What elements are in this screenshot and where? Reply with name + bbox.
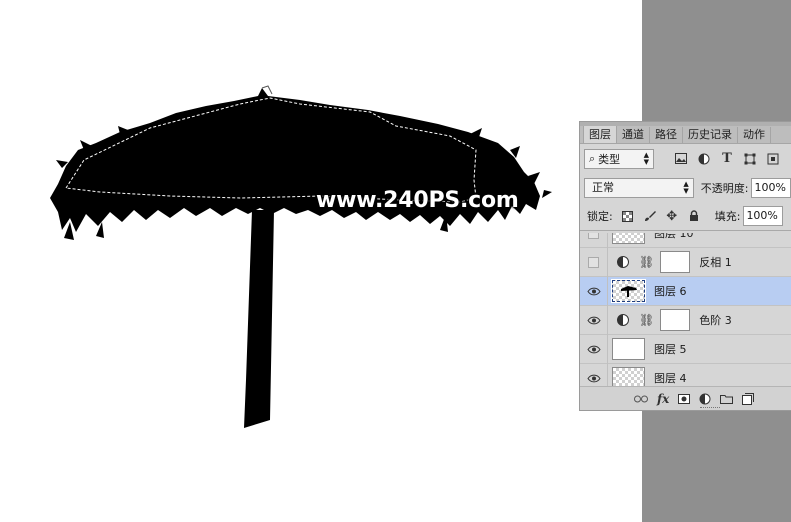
resize-grip[interactable] (700, 407, 720, 410)
layer-name: 色阶 3 (699, 314, 732, 327)
image-filter-icon[interactable] (674, 152, 688, 166)
search-icon: ⌕ (589, 151, 596, 165)
visibility-toggle[interactable] (580, 334, 608, 364)
layer-mask-thumbnail[interactable] (660, 251, 691, 273)
add-mask-icon[interactable] (678, 393, 691, 404)
select-arrows-icon: ▲ ▼ (643, 150, 649, 166)
filter-type-select[interactable]: ⌕ 类型 ▲ ▼ (584, 148, 654, 169)
eye-icon (586, 316, 601, 324)
lock-all-icon[interactable] (687, 209, 701, 223)
layer-row-invert-1[interactable]: ⛓ 反相 1 (580, 247, 791, 277)
layer-thumbnail (612, 367, 645, 387)
fill-field[interactable]: 100% (743, 206, 784, 226)
lock-pixels-brush-icon[interactable] (643, 209, 657, 223)
layer-list: 图层 10 ⛓ 反相 1 图层 6 ⛓ 色阶 3 图层 5 图层 4 (580, 233, 791, 387)
visibility-toggle[interactable] (580, 363, 608, 387)
layer-name: 图层 4 (654, 372, 687, 385)
layer-row-10[interactable]: 图层 10 (580, 233, 791, 248)
new-layer-icon[interactable] (742, 392, 755, 405)
umbrella-pole (244, 210, 274, 428)
layers-panel: 图层 通道 路径 历史记录 动作 ⌕ 类型 ▲ ▼ T 正常 ▲ ▼ 不透明度:… (579, 121, 791, 411)
fill-label: 填充: (714, 210, 741, 223)
smart-object-filter-icon[interactable] (766, 152, 780, 166)
layer-thumbnail (612, 338, 645, 360)
eye-icon (586, 287, 601, 295)
chain-link-icon[interactable]: ⛓ (639, 255, 654, 269)
chain-link-icon[interactable]: ⛓ (639, 313, 654, 327)
eye-icon (586, 345, 601, 353)
blend-mode-select[interactable]: 正常 ▲ ▼ (584, 177, 694, 198)
tab-channels[interactable]: 通道 (617, 127, 650, 143)
blend-row: 正常 ▲ ▼ 不透明度: 100% (580, 173, 791, 202)
layer-row-5[interactable]: 图层 5 (580, 334, 791, 364)
umbrella-thumb-icon (621, 286, 637, 297)
layer-thumbnail (612, 233, 645, 244)
filter-row: ⌕ 类型 ▲ ▼ T (580, 144, 791, 173)
blend-mode-value: 正常 (592, 180, 614, 194)
layer-row-4[interactable]: 图层 4 (580, 363, 791, 387)
layer-mask-thumbnail[interactable] (660, 309, 691, 331)
layer-name: 图层 6 (654, 285, 687, 298)
fx-icon[interactable]: fx (657, 392, 669, 406)
layer-name: 反相 1 (699, 256, 732, 269)
layer-row-levels-3[interactable]: ⛓ 色阶 3 (580, 305, 791, 335)
new-adjustment-icon[interactable] (699, 393, 711, 405)
panel-tab-bar: 图层 通道 路径 历史记录 动作 (580, 122, 791, 144)
adjustment-layer-icon (617, 314, 629, 326)
document-canvas[interactable]: www.240PS.com (0, 0, 642, 522)
visibility-toggle[interactable] (580, 305, 608, 335)
lock-position-move-icon[interactable]: ✥ (665, 209, 679, 224)
link-layers-icon[interactable] (634, 395, 648, 403)
filter-type-label: 类型 (598, 152, 621, 166)
layer-row-6[interactable]: 图层 6 (580, 276, 791, 306)
type-filter-icon[interactable]: T (720, 151, 734, 166)
opacity-label: 不透明度: (700, 181, 749, 195)
adjustment-filter-icon[interactable] (697, 152, 711, 166)
shape-filter-icon[interactable] (743, 152, 757, 166)
panel-bottom-toolbar: fx (580, 386, 791, 410)
visibility-toggle[interactable] (580, 233, 608, 248)
tab-layers[interactable]: 图层 (583, 125, 617, 143)
tab-history[interactable]: 历史记录 (683, 127, 738, 143)
lock-row: 锁定: ✥ 填充: 100% (580, 202, 791, 231)
hidden-visibility-box (588, 256, 599, 268)
opacity-field[interactable]: 100% (751, 177, 791, 198)
eye-icon (586, 374, 601, 382)
select-arrows-icon: ▲ ▼ (683, 179, 689, 195)
layer-name: 图层 5 (654, 343, 687, 356)
lock-transparent-icon[interactable] (621, 209, 635, 223)
panel-grip[interactable] (580, 122, 791, 126)
tab-actions[interactable]: 动作 (738, 127, 771, 143)
hidden-visibility-box (588, 233, 599, 239)
layer-thumbnail (611, 279, 646, 303)
adjustment-layer-icon (617, 256, 629, 268)
layer-name: 图层 10 (654, 233, 694, 240)
watermark-text: www.240PS.com (316, 188, 519, 213)
tab-paths[interactable]: 路径 (650, 127, 683, 143)
visibility-toggle[interactable] (580, 247, 608, 277)
lock-label: 锁定: (587, 210, 613, 223)
visibility-toggle[interactable] (580, 276, 608, 306)
new-group-icon[interactable] (720, 394, 734, 404)
umbrella-silhouette (50, 85, 552, 428)
